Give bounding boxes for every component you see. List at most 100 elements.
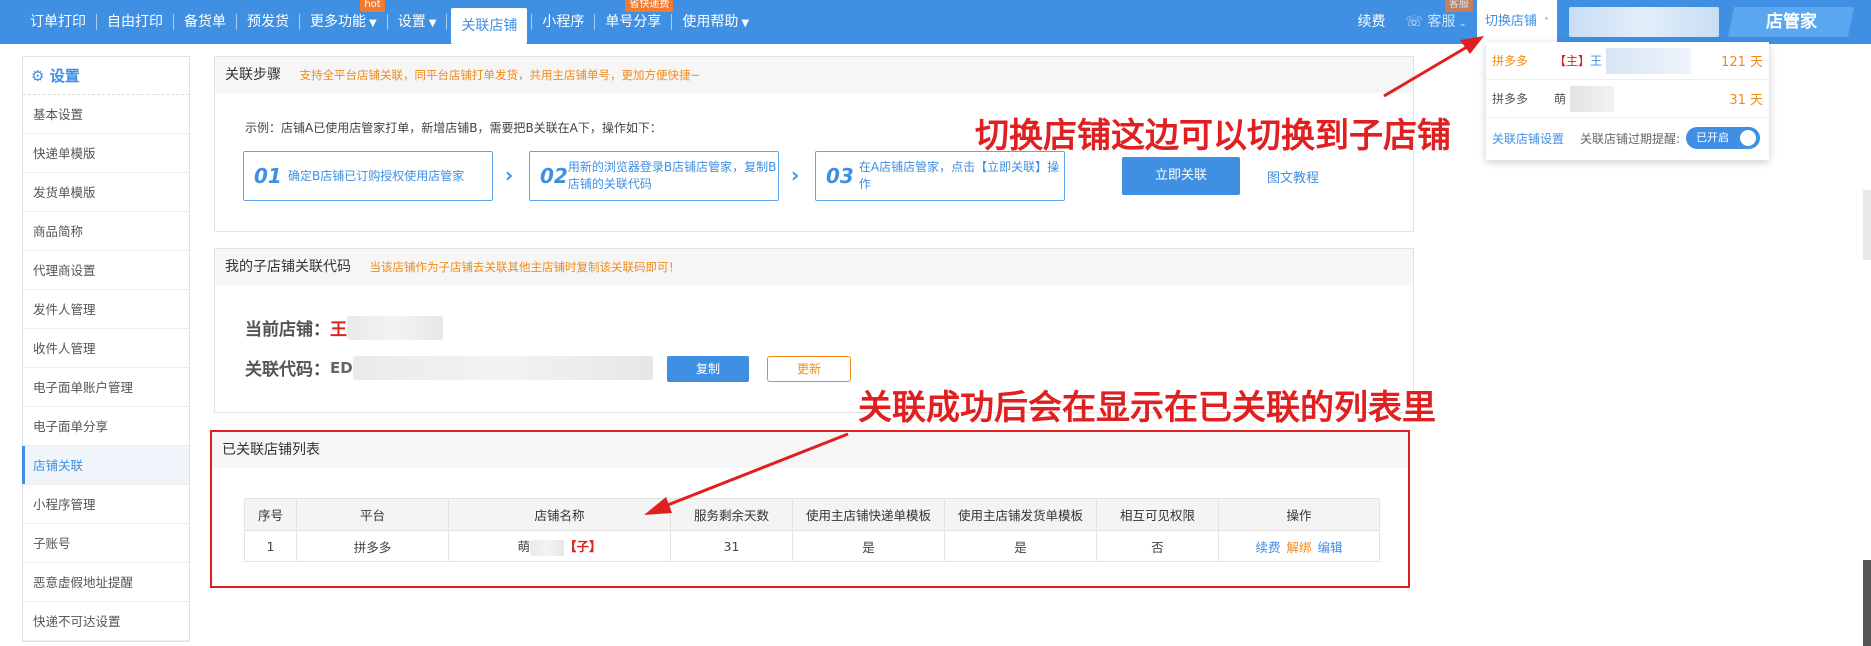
dropdown-days: 31 天 [1729,93,1763,108]
panel-header: 已关联店铺列表 [212,432,1408,468]
main-menu: 订单打印 自由打印 备货单 预发货 更多功能 ▼ hot 设置 ▼ 关联店铺 小程序… [20,0,759,44]
current-store-value: 王 [330,320,347,340]
tutorial-link[interactable]: 图文教程 [1267,167,1319,186]
sidebar-item-ship-template[interactable]: 发货单模版 [23,173,189,212]
nav-label: 自由打印 [107,14,163,30]
nav-linked-stores[interactable]: 关联店铺 [451,8,528,44]
chevron-right-icon: › [791,163,800,187]
cell-visibility: 否 [1096,530,1219,562]
dropdown-days: 121 天 [1721,55,1763,70]
nav-label: 使用帮助 [682,14,739,30]
caret-down-icon: ▼ [369,18,377,29]
child-tag: 【子】 [564,539,602,555]
copy-button[interactable]: 复制 [667,356,749,382]
column-header: 平台 [296,498,449,531]
sidebar-item-agent[interactable]: 代理商设置 [23,251,189,290]
dropdown-store-row[interactable]: 拼多多 萌 31 天 [1486,80,1769,118]
renew-link[interactable]: 续费 [1347,0,1395,44]
renew-link[interactable]: 续费 [1255,540,1280,555]
column-header: 店铺名称 [448,498,671,531]
sidebar-item-sub-account[interactable]: 子账号 [23,524,189,563]
sidebar-item-e-waybill-share[interactable]: 电子面单分享 [23,407,189,446]
nav-pre-ship[interactable]: 预发货 [237,0,299,44]
dropdown-footer: 关联店铺设置 关联店铺过期提醒: 已开启 [1486,118,1769,158]
nav-free-print[interactable]: 自由打印 [97,0,173,44]
step-card-1: 01 确定B店铺已订购授权使用店管家 [243,151,493,201]
dropdown-store-name: 王 [1590,54,1603,68]
sidebar-item-store-link[interactable]: 店铺关联 [22,446,189,485]
brand-label: 店管家 [1765,12,1817,32]
panel-title: 关联步骤 [225,67,281,83]
nav-tracking-share[interactable]: 单号分享 省快递费 [595,0,674,44]
link-settings-link[interactable]: 关联店铺设置 [1492,130,1564,147]
update-button[interactable]: 更新 [767,356,851,382]
customer-service-button[interactable]: ☏ 客服 ⌄ 客服 [1395,0,1476,44]
unbind-link[interactable]: 解绑 [1286,540,1311,555]
column-header: 操作 [1218,498,1380,531]
panel-header: 我的子店铺关联代码 当该店铺作为子店铺去关联其他主店铺时复制该关联码即可！ [215,249,1413,285]
renew-label: 续费 [1357,14,1386,30]
link-code-value: ED [330,358,353,377]
caret-down-icon: ▼ [741,18,750,29]
nav-label: 更多功能 [310,14,366,30]
side-scroll-handle[interactable] [1863,190,1871,260]
dropdown-store-row[interactable]: 拼多多 【主】 王 121 天 [1486,42,1769,80]
caret-down-icon: ▼ [428,18,437,29]
sidebar-item-e-waybill-account[interactable]: 电子面单账户管理 [23,368,189,407]
sidebar-item-basic[interactable]: 基本设置 [23,95,189,134]
dropdown-platform: 拼多多 [1492,92,1529,106]
cell-ship-template: 是 [944,530,1097,562]
cell-remaining-days: 31 [670,530,793,562]
step-card-3: 03 在A店铺店管家，点击【立即关联】操作 [815,151,1065,201]
link-now-button[interactable]: 立即关联 [1122,157,1240,195]
store-name: 萌 [517,539,530,555]
nav-stock-list[interactable]: 备货单 [174,0,236,44]
step-number: 01 [254,164,282,188]
chevron-up-icon: ˄ [1544,17,1549,28]
nav-label: 小程序 [542,14,585,30]
column-header: 序号 [244,498,297,531]
switch-store-button[interactable]: 切换店铺 ˄ [1476,0,1557,44]
side-widget [1863,560,1871,646]
panel-header: 关联步骤 支持全平台店铺关联，同平台店铺打单发货，共用主店铺单号，更加方便快捷~ [215,57,1413,93]
expiry-remind-toggle[interactable]: 已开启 [1686,127,1761,149]
panel-hint: 当该店铺作为子店铺去关联其他主店铺时复制该关联码即可！ [369,260,680,274]
sidebar-item-mini-program[interactable]: 小程序管理 [23,485,189,524]
nav-order-print[interactable]: 订单打印 [20,0,96,44]
redacted-link-code [352,355,653,380]
expiry-remind-label: 关联店铺过期提醒: [1580,131,1681,146]
nav-help[interactable]: 使用帮助 ▼ [672,0,759,44]
sidebar-item-recipient[interactable]: 收件人管理 [23,329,189,368]
column-header: 相互可见权限 [1096,498,1219,531]
sidebar-item-fake-address[interactable]: 恶意虚假地址提醒 [23,563,189,602]
save-fee-badge: 省快递费 [625,0,674,12]
nav-label: 关联店铺 [461,18,518,34]
main-tag: 【主】 [1554,54,1591,68]
link-code-row: 关联代码： ED [245,355,653,380]
sidebar-item-unreachable[interactable]: 快递不可达设置 [23,602,189,641]
sidebar-item-product-short-name[interactable]: 商品简称 [23,212,189,251]
linked-stores-panel: 已关联店铺列表 序号 平台 店铺名称 服务剩余天数 使用主店铺快递单模板 使用主… [210,430,1410,588]
cell-operations: 续费 解绑 编辑 [1218,530,1380,562]
nav-more-features[interactable]: 更多功能 ▼ hot [300,0,387,44]
nav-right-area: 续费 ☏ 客服 ⌄ 客服 切换店铺 ˄ 店管家 [1347,0,1871,44]
switch-store-dropdown: 拼多多 【主】 王 121 天 拼多多 萌 31 天 关联店铺设置 关联店铺过期… [1486,42,1769,160]
current-store-row: 当前店铺： 王 [245,315,443,340]
sidebar-item-sender[interactable]: 发件人管理 [23,290,189,329]
nav-mini-program[interactable]: 小程序 [532,0,594,44]
cell-index: 1 [244,530,297,562]
example-text: 示例：店铺A已使用店管家打单，新增店铺B，需要把B关联在A下，操作如下： [245,121,662,135]
sidebar-title-label: 设置 [49,67,80,85]
caret-down-icon: ⌄ [1458,18,1467,29]
panel-title: 我的子店铺关联代码 [225,259,351,275]
annotation-linked-list: 关联成功后会在显示在已关联的列表里 [858,388,1436,428]
step-text: 用新的浏览器登录B店铺店管家，复制B店铺的关联代码 [567,160,777,191]
nav-divider [446,14,448,30]
linked-stores-table: 序号 平台 店铺名称 服务剩余天数 使用主店铺快递单模板 使用主店铺发货单模板 … [244,498,1380,562]
headset-icon: ☏ [1405,14,1423,30]
nav-settings[interactable]: 设置 ▼ [388,0,447,44]
settings-sidebar: ⚙ 设置 基本设置 快递单模版 发货单模版 商品简称 代理商设置 发件人管理 收… [22,56,190,642]
sidebar-item-express-template[interactable]: 快递单模版 [23,134,189,173]
edit-link[interactable]: 编辑 [1318,540,1343,555]
column-header: 使用主店铺快递单模板 [792,498,945,531]
